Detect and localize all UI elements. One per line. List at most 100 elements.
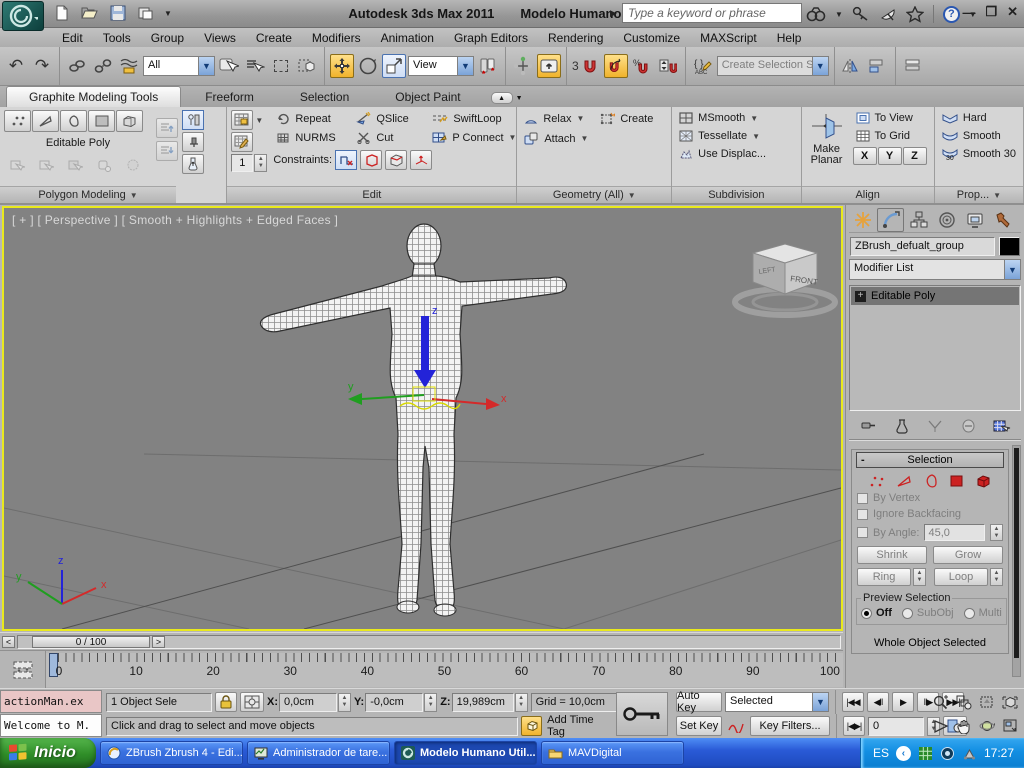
minimize-button[interactable]: — (962, 5, 975, 20)
use-displacement-button[interactable]: Use Displac... (676, 146, 796, 162)
current-frame-field[interactable]: 0 (868, 716, 924, 736)
angle-snap-toggle-button[interactable] (603, 54, 628, 78)
subscription-satellite-icon[interactable] (879, 6, 897, 22)
add-time-tag-label[interactable]: Add Time Tag (547, 714, 606, 738)
constraint-normal-button[interactable] (410, 150, 433, 170)
menu-group[interactable]: Group (141, 29, 194, 47)
tab-utilities-icon[interactable] (989, 208, 1016, 232)
shrink-selection-icon[interactable] (156, 141, 178, 161)
modifier-list-dropdown[interactable]: Modifier List ▼ (849, 259, 1021, 280)
favorites-star-icon[interactable] (905, 5, 924, 23)
search-expand-icon[interactable]: ▶ (610, 8, 617, 19)
loop-button[interactable]: Loop (934, 568, 988, 586)
repeat-button[interactable]: Repeat (273, 110, 353, 127)
y-coord-field[interactable]: -0,0cm (365, 692, 424, 712)
convert-to-border-icon[interactable] (62, 154, 89, 176)
tab-create-icon[interactable] (849, 208, 876, 232)
isolate-selection-icon[interactable] (520, 716, 543, 736)
select-and-manipulate-icon[interactable] (511, 54, 535, 78)
tray-chevron-icon[interactable]: ‹ (895, 745, 911, 761)
edge-subobject-button[interactable] (896, 475, 912, 488)
toggle-command-panel-button[interactable] (182, 110, 204, 130)
ring-spinner[interactable]: ▲ ▼ (913, 568, 926, 586)
auto-key-button[interactable]: Auto Key (676, 690, 722, 714)
qat-dropdown-icon[interactable]: ▼ (164, 9, 172, 18)
ribbon-minimize-control[interactable]: ▲ ▼ (490, 92, 523, 104)
new-file-icon[interactable] (52, 3, 72, 23)
x-coord-spinner[interactable]: ▲ ▼ (338, 692, 351, 712)
previous-key-button[interactable]: ◀‖ (867, 692, 889, 712)
preview-subobj-radio[interactable] (901, 607, 913, 619)
maxscript-listener-line1[interactable]: actionMan.ex (0, 690, 102, 713)
menu-help[interactable]: Help (767, 29, 812, 47)
polygon-subobject-button[interactable] (950, 475, 963, 487)
border-subobject-button[interactable] (924, 474, 938, 488)
set-key-button[interactable]: Set Key (676, 716, 722, 736)
remove-modifier-icon[interactable] (958, 417, 980, 435)
select-and-scale-button[interactable] (382, 54, 406, 78)
menu-tools[interactable]: Tools (93, 29, 141, 47)
by-vertex-checkbox[interactable] (857, 492, 868, 504)
preview-multi-radio[interactable] (963, 607, 975, 619)
align-to-grid-button[interactable]: To Grid (853, 128, 930, 144)
relax-button[interactable]: Relax ▼ (521, 110, 597, 127)
set-keys-button[interactable] (616, 692, 668, 736)
iterations-field[interactable]: 1 (231, 154, 254, 172)
loop-spinner[interactable]: ▲ ▼ (990, 568, 1003, 586)
previous-frame-button[interactable]: < (2, 635, 15, 648)
grow-selection-icon[interactable] (156, 118, 178, 138)
border-subobject-button[interactable] (60, 110, 87, 132)
ring-button[interactable]: Ring (857, 568, 911, 586)
geometry-footer[interactable]: Geometry (All) ▼ (517, 186, 672, 203)
menu-create[interactable]: Create (246, 29, 302, 47)
orbit-icon[interactable] (976, 716, 998, 736)
tab-hierarchy-icon[interactable] (905, 208, 932, 232)
edge-subobject-button[interactable] (32, 110, 59, 132)
make-planar-button[interactable]: Make Planar (806, 110, 848, 183)
iterations-spinner[interactable]: ▲ ▼ (254, 154, 268, 172)
pan-hand-icon[interactable] (953, 716, 975, 736)
maximize-viewport-toggle-icon[interactable] (999, 716, 1021, 736)
attach-button[interactable]: Attach ▼ (521, 130, 591, 147)
start-button[interactable]: Inicio (0, 738, 96, 768)
menu-views[interactable]: Views (194, 29, 246, 47)
select-and-move-button[interactable] (330, 54, 354, 78)
menu-edit[interactable]: Edit (52, 29, 93, 47)
layer-manager-icon[interactable] (901, 54, 925, 78)
align-footer[interactable]: Align (801, 186, 934, 203)
pconnect-button[interactable]: P Connect ▼ (429, 129, 519, 146)
tray-media-icon[interactable] (940, 746, 955, 761)
align-to-view-button[interactable]: To View (853, 110, 930, 126)
shrink-button[interactable]: Shrink (857, 546, 927, 564)
select-link-icon[interactable] (65, 54, 89, 78)
z-coord-spinner[interactable]: ▲ ▼ (514, 692, 528, 712)
object-color-swatch[interactable] (999, 237, 1020, 256)
cut-button[interactable]: Cut (353, 129, 429, 146)
tab-object-paint[interactable]: Object Paint (373, 87, 482, 107)
align-z-button[interactable]: Z (902, 147, 927, 165)
tab-motion-icon[interactable] (933, 208, 960, 232)
ribbon-minimize-icon[interactable]: ▲ (490, 92, 513, 104)
paint-options-icon[interactable] (231, 132, 254, 152)
full-interactivity-icon[interactable] (231, 110, 254, 130)
y-coord-spinner[interactable]: ▲ ▼ (424, 692, 438, 712)
named-selection-sets-arrow-icon[interactable]: ▼ (811, 57, 828, 75)
smooth-30-button[interactable]: 30 Smooth 30 (939, 146, 1019, 162)
element-subobject-button[interactable] (975, 474, 991, 488)
element-subobject-button[interactable] (116, 110, 143, 132)
search-options-dropdown-icon[interactable]: ▼ (835, 10, 843, 19)
menu-customize[interactable]: Customize (613, 29, 690, 47)
swiftloop-button[interactable]: SwiftLoop (429, 110, 504, 127)
taskbar-task-zbrush[interactable]: ZBrush Zbrush 4 - Edi... (100, 741, 243, 765)
save-file-icon[interactable] (108, 3, 128, 23)
key-filters-button[interactable]: Key Filters... (750, 716, 830, 736)
relax-dropdown-icon[interactable]: ▼ (576, 114, 584, 123)
zoom-icon[interactable] (930, 692, 952, 712)
vertex-subobject-button[interactable] (4, 110, 31, 132)
key-mode-dropdown[interactable]: Selected ▼ (725, 692, 829, 712)
keyboard-shortcut-override-button[interactable] (537, 54, 561, 78)
search-input[interactable] (622, 3, 802, 23)
selection-rollout-header[interactable]: - Selection (856, 452, 1004, 468)
language-indicator[interactable]: ES (873, 746, 889, 760)
polygon-modeling-footer[interactable]: Polygon Modeling ▼ (0, 186, 176, 203)
